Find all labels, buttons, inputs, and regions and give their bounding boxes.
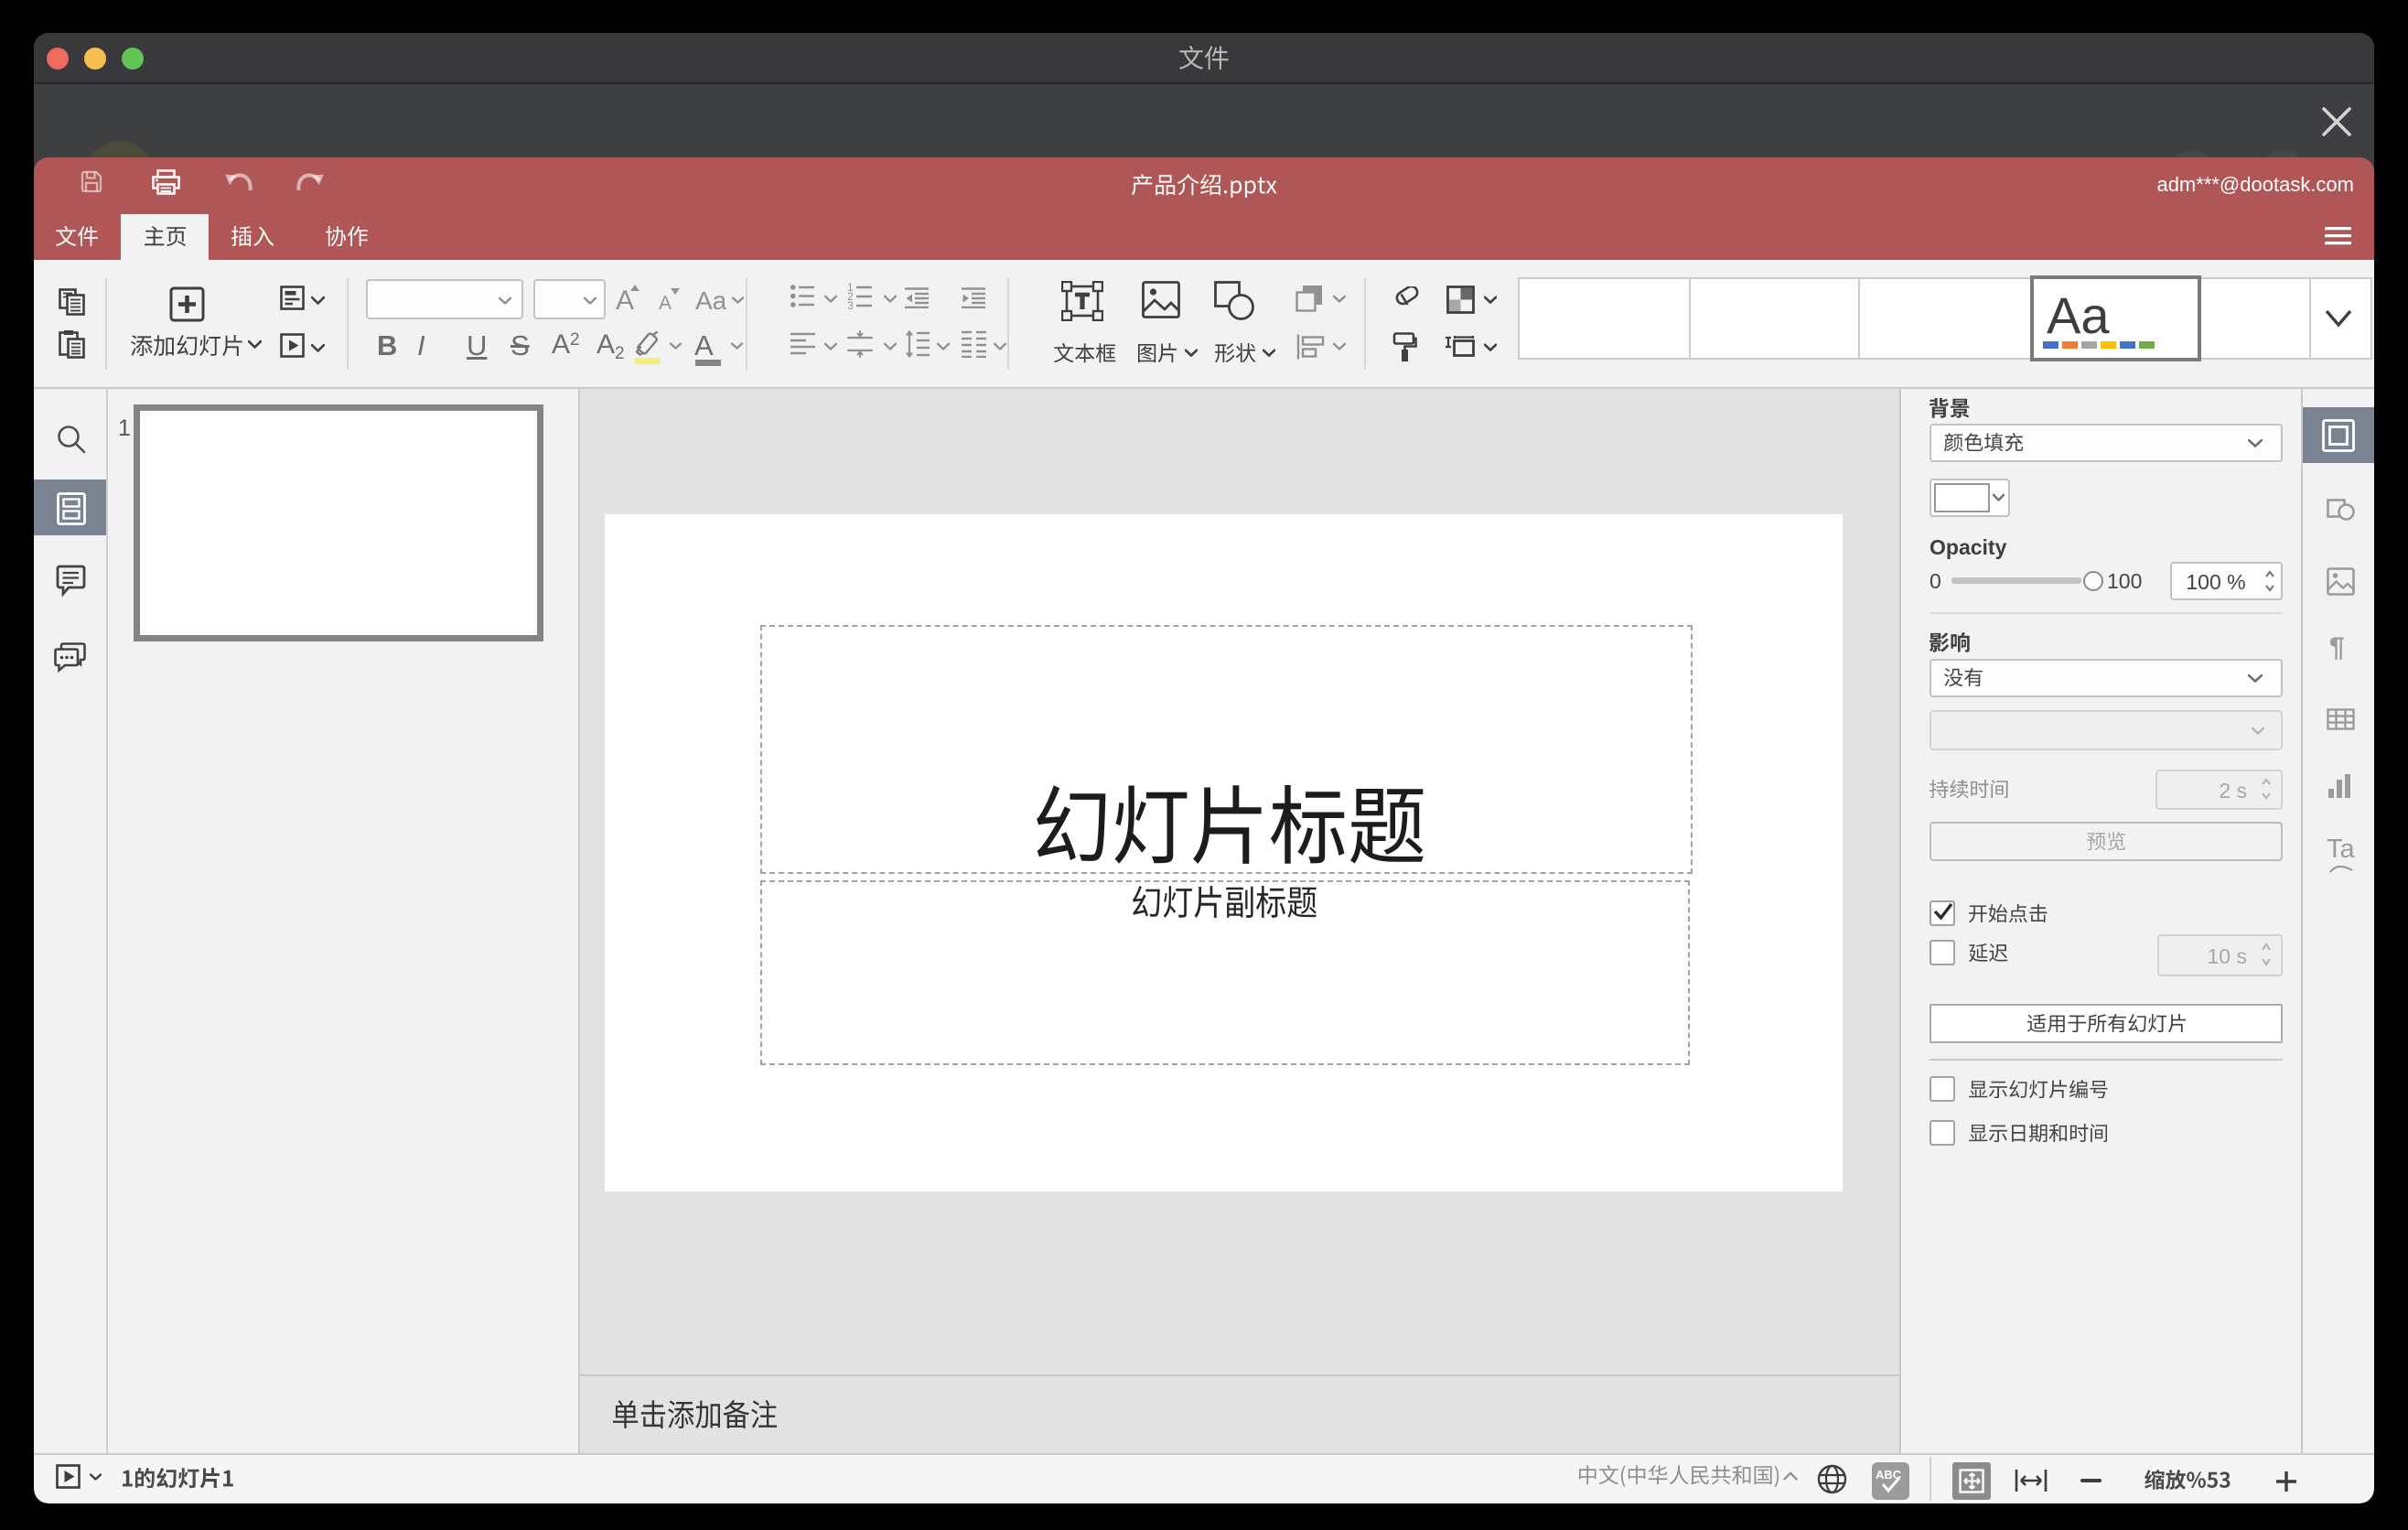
- svg-text:3: 3: [847, 299, 854, 309]
